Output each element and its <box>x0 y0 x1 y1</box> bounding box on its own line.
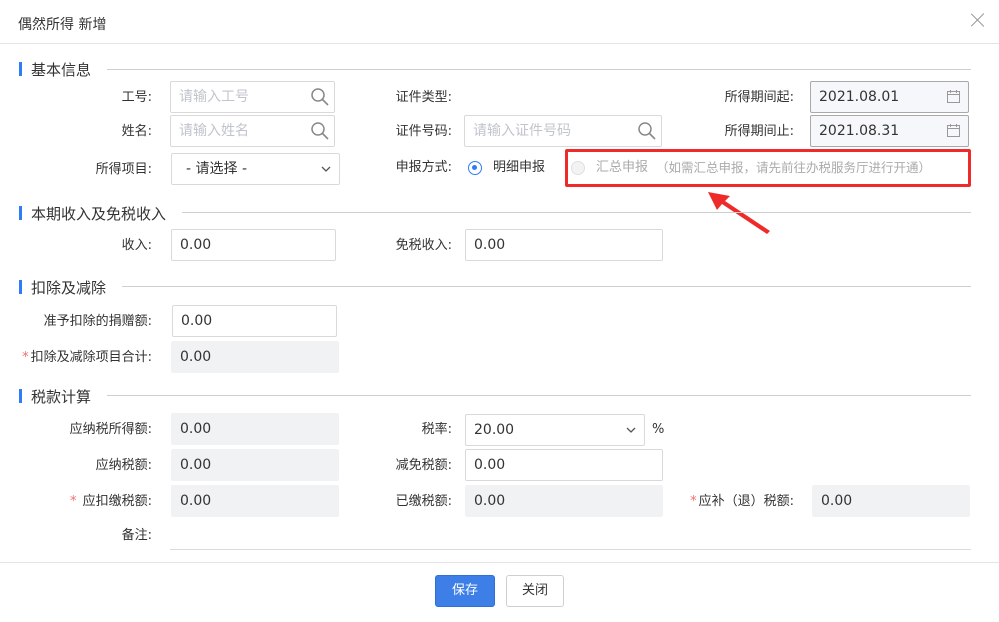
tax-withheld-field: 0.00 <box>171 485 339 517</box>
annotation-highlight-box <box>565 149 971 187</box>
section-divider <box>107 395 971 396</box>
employee-no-label: 工号: <box>121 90 152 105</box>
donation-input[interactable]: 0.00 <box>172 305 337 337</box>
section-bar <box>19 280 22 294</box>
deduction-total-value: 0.00 <box>180 349 212 365</box>
required-mark: * <box>69 494 77 509</box>
required-mark: * <box>22 350 29 365</box>
income-value: 0.00 <box>180 237 212 253</box>
name-input[interactable]: 请输入姓名 <box>170 115 335 147</box>
section-income: 本期收入及免税收入 <box>19 203 189 223</box>
employee-no-input[interactable]: 请输入工号 <box>170 81 335 113</box>
tax-relief-value: 0.00 <box>474 457 506 473</box>
required-mark: * <box>690 494 697 509</box>
tax-payable-label: 应纳税额: <box>95 458 152 473</box>
tax-relief-label: 减免税额: <box>395 458 452 473</box>
taxable-income-field: 0.00 <box>171 413 339 445</box>
period-end-field[interactable]: 2021.08.31 <box>810 115 969 147</box>
section-title-income: 本期收入及免税收入 <box>31 205 167 223</box>
tax-refund-label: * 应补（退）税额: <box>664 494 794 510</box>
period-start-label: 所得期间起: <box>724 90 794 105</box>
tax-withheld-label-text: 应扣缴税额: <box>82 494 152 509</box>
search-icon[interactable] <box>637 121 657 141</box>
chevron-down-icon <box>321 166 331 172</box>
dialog-header: 偶然所得 新增 <box>0 0 999 44</box>
deduction-total-label: * 扣除及减除项目合计: <box>0 350 152 366</box>
save-button[interactable]: 保存 <box>435 575 495 607</box>
tax-rate-value: 20.00 <box>474 422 515 438</box>
annotation-arrow-icon <box>708 192 770 234</box>
section-title-basic: 基本信息 <box>31 61 92 79</box>
income-input[interactable]: 0.00 <box>171 229 336 261</box>
section-deduction: 扣除及减除 <box>19 277 139 297</box>
id-number-input[interactable]: 请输入证件号码 <box>464 115 662 147</box>
tax-rate-unit: % <box>652 422 665 437</box>
chevron-down-icon <box>626 427 636 433</box>
period-end-label: 所得期间止: <box>724 124 794 139</box>
tax-relief-input[interactable]: 0.00 <box>465 449 663 481</box>
tax-paid-label: 已缴税额: <box>395 494 452 509</box>
search-icon[interactable] <box>310 121 330 141</box>
employee-no-placeholder: 请输入工号 <box>179 89 249 105</box>
section-divider <box>182 212 971 213</box>
section-divider <box>107 69 971 70</box>
tax-rate-select[interactable]: 20.00 <box>465 414 645 446</box>
tax-refund-label-text: 应补（退）税额: <box>698 494 794 509</box>
tax-rate-label: 税率: <box>421 422 452 437</box>
remark-input[interactable] <box>170 520 971 548</box>
tax-paid-value: 0.00 <box>474 493 506 509</box>
section-bar <box>19 206 22 220</box>
section-bar <box>19 62 22 76</box>
tax-refund-value: 0.00 <box>821 493 853 509</box>
deduction-total-label-text: 扣除及减除项目合计: <box>30 350 152 365</box>
tax-free-income-value: 0.00 <box>474 237 506 253</box>
search-icon[interactable] <box>310 87 330 107</box>
tax-free-income-label: 免税收入: <box>395 238 452 253</box>
dialog-footer: 保存 关闭 <box>0 562 999 622</box>
tax-withheld-value: 0.00 <box>180 493 212 509</box>
id-number-label: 证件号码: <box>395 124 452 139</box>
income-label: 收入: <box>121 238 152 253</box>
taxable-income-value: 0.00 <box>180 421 212 437</box>
period-end-value: 2021.08.31 <box>819 123 900 139</box>
id-type-label: 证件类型: <box>395 90 452 105</box>
tax-paid-field: 0.00 <box>465 485 663 517</box>
filing-method-label: 申报方式: <box>395 160 452 175</box>
tax-free-income-input[interactable]: 0.00 <box>465 229 663 261</box>
dialog-title: 偶然所得 新增 <box>18 17 107 33</box>
tax-payable-value: 0.00 <box>180 457 212 473</box>
remark-underline <box>170 549 971 550</box>
calendar-icon[interactable] <box>947 90 960 103</box>
section-tax: 税款计算 <box>19 386 119 406</box>
close-icon[interactable] <box>969 11 987 29</box>
section-bar <box>19 389 22 403</box>
section-title-deduction: 扣除及减除 <box>31 279 107 297</box>
radio-detail-filing[interactable] <box>468 161 482 175</box>
detail-filing-label[interactable]: 明细申报 <box>493 160 545 176</box>
name-label: 姓名: <box>121 124 152 139</box>
tax-payable-field: 0.00 <box>171 449 339 481</box>
section-title-tax: 税款计算 <box>31 388 92 406</box>
id-number-placeholder: 请输入证件号码 <box>473 123 571 139</box>
period-start-field[interactable]: 2021.08.01 <box>810 81 969 113</box>
donation-value: 0.00 <box>181 313 213 329</box>
tax-withheld-label: * 应扣缴税额: <box>30 494 152 510</box>
tax-refund-field: 0.00 <box>812 485 970 517</box>
donation-label: 准予扣除的捐赠额: <box>43 314 152 329</box>
income-item-value: - 请选择 - <box>186 161 248 177</box>
period-start-value: 2021.08.01 <box>819 89 900 105</box>
deduction-total-field: 0.00 <box>171 341 339 373</box>
remark-label: 备注: <box>121 528 152 543</box>
income-item-select[interactable]: - 请选择 - <box>171 153 340 185</box>
close-button[interactable]: 关闭 <box>506 575 564 607</box>
income-item-label: 所得项目: <box>95 162 152 177</box>
name-placeholder: 请输入姓名 <box>179 123 249 139</box>
taxable-income-label: 应纳税所得额: <box>69 422 152 437</box>
section-divider <box>122 286 971 287</box>
calendar-icon[interactable] <box>947 124 960 137</box>
